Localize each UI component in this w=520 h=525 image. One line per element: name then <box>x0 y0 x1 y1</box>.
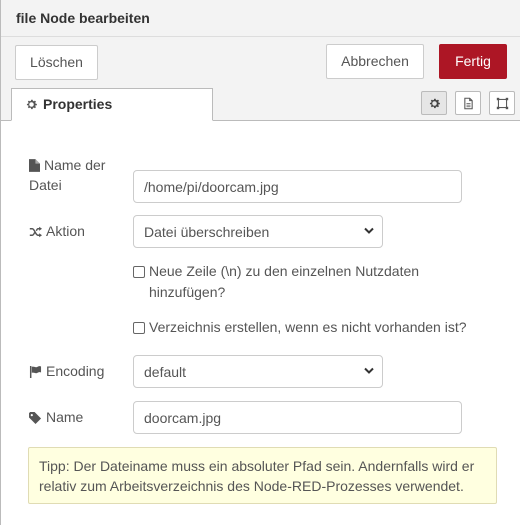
tip-line1: Tipp: Der Dateiname muss ein absoluter P… <box>39 458 475 474</box>
encoding-label-text: Encoding <box>46 363 105 379</box>
filename-label: Name der Datei <box>29 155 105 195</box>
action-select-value: Datei überschreiben <box>144 224 270 240</box>
done-button[interactable]: Fertig <box>439 44 507 79</box>
delete-button[interactable]: Löschen <box>15 45 98 80</box>
appearance-icon <box>496 97 509 110</box>
tab-appearance[interactable] <box>489 91 515 115</box>
chevron-down-icon <box>364 227 374 234</box>
tray-toolbar: Löschen Abbrechen Fertig <box>1 37 520 88</box>
tip-line2: relativ zum Arbeitsverzeichnis des Node-… <box>39 478 464 494</box>
filename-label-line1: Name der <box>44 157 106 173</box>
tab-settings[interactable] <box>421 91 447 115</box>
tray-title: file Node bearbeiten <box>16 10 150 26</box>
name-input[interactable] <box>133 401 462 434</box>
action-select[interactable]: Datei überschreiben <box>133 215 383 248</box>
flag-icon <box>29 366 42 378</box>
name-label-text: Name <box>46 409 84 425</box>
tab-description[interactable] <box>455 91 481 115</box>
encoding-label: Encoding <box>29 361 104 381</box>
cancel-button[interactable]: Abbrechen <box>326 44 424 79</box>
gear-icon <box>26 99 37 110</box>
append-newline-checkbox[interactable] <box>133 266 145 278</box>
gear-icon <box>429 98 440 109</box>
tab-properties-label: Properties <box>43 96 113 112</box>
append-newline-label-line1: Neue Zeile (\n) zu den einzelnen Nutzdat… <box>149 263 420 279</box>
tip-box: Tipp: Der Dateiname muss ein absoluter P… <box>28 447 497 504</box>
tabs-bar: Properties <box>1 88 520 121</box>
filename-label-line2: Datei <box>29 177 62 193</box>
shuffle-icon <box>29 226 42 238</box>
action-label: Aktion <box>29 221 85 241</box>
action-label-text: Aktion <box>46 223 85 239</box>
append-newline-row: Neue Zeile (\n) zu den einzelnen Nutzdat… <box>133 261 493 303</box>
document-icon <box>464 97 473 110</box>
create-dir-checkbox[interactable] <box>133 322 145 334</box>
append-newline-label-line2: hinzufügen? <box>149 284 226 300</box>
tray-header: file Node bearbeiten <box>1 0 520 37</box>
tag-icon <box>29 412 42 424</box>
edit-tray: file Node bearbeiten Löschen Abbrechen F… <box>0 0 520 525</box>
tab-properties[interactable]: Properties <box>11 88 213 121</box>
file-icon <box>29 159 40 172</box>
create-dir-row: Verzeichnis erstellen, wenn es nicht vor… <box>133 317 493 339</box>
filename-input[interactable] <box>133 170 462 203</box>
encoding-select-value: default <box>144 364 187 380</box>
create-dir-label: Verzeichnis erstellen, wenn es nicht vor… <box>149 319 467 335</box>
name-label: Name <box>29 407 83 427</box>
chevron-down-icon <box>364 367 374 374</box>
encoding-select[interactable]: default <box>133 355 383 388</box>
